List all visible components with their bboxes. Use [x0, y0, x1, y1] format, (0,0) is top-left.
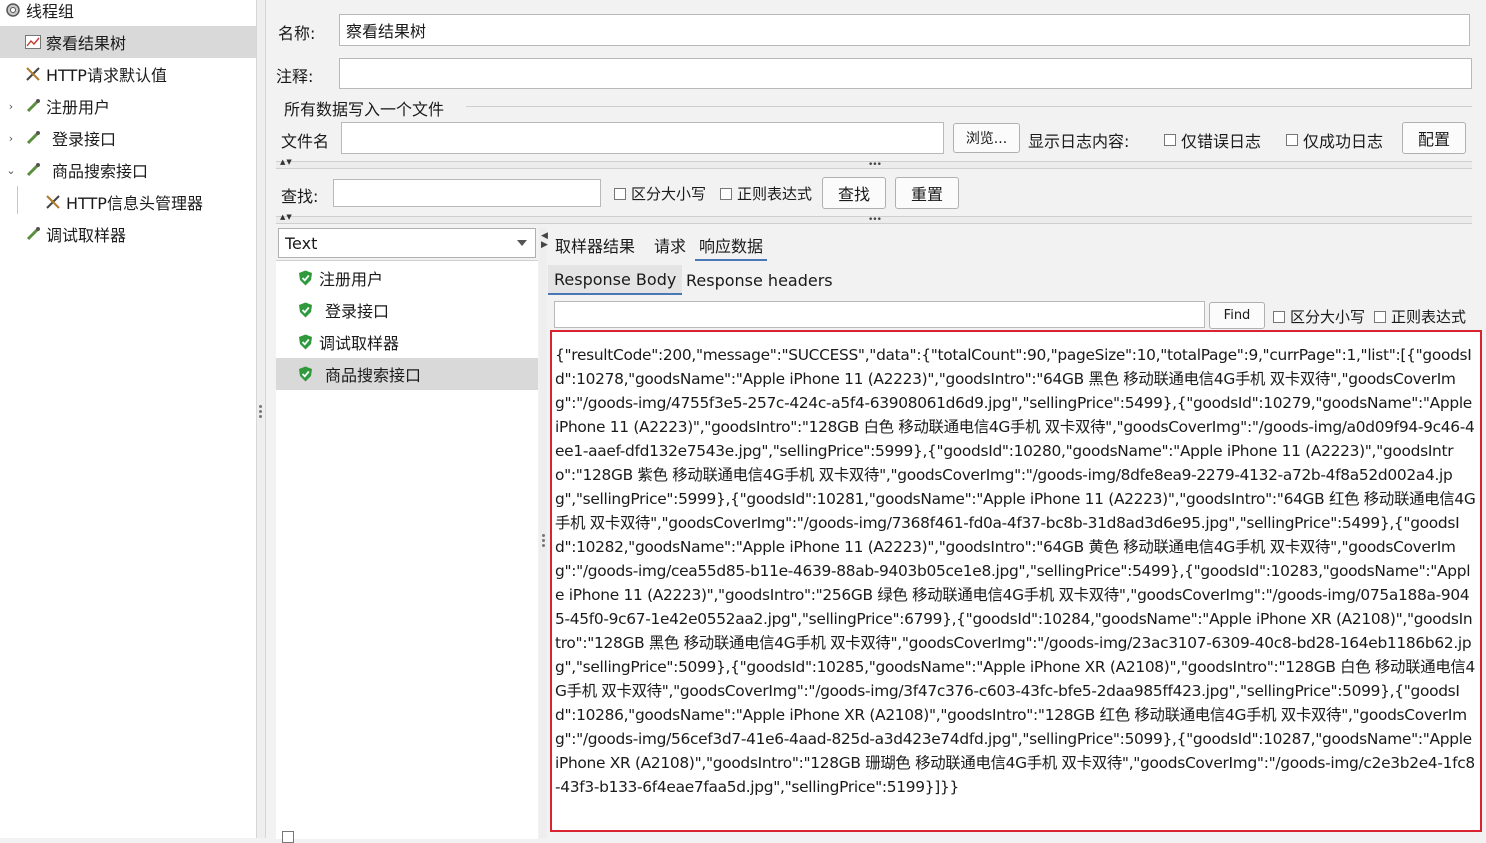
result-item[interactable]: 登录接口	[276, 294, 538, 326]
comment-field[interactable]	[339, 58, 1472, 89]
renderer-select[interactable]: Text	[278, 228, 536, 258]
configure-button[interactable]: 配置	[1402, 122, 1466, 154]
tree-item-label: 调试取样器	[46, 226, 127, 245]
grip-icon: •••	[868, 215, 882, 225]
result-item-label: 登录接口	[325, 302, 390, 321]
success-shield-icon	[299, 334, 312, 350]
log-display-label: 显示日志内容:	[1028, 132, 1130, 151]
tree-item-label: HTTP请求默认值	[46, 66, 167, 85]
body-regex-checkbox[interactable]: 正则表达式	[1374, 306, 1466, 327]
checkbox-box[interactable]	[1286, 134, 1298, 146]
grip-icon: •••	[868, 160, 882, 170]
pipette-icon	[24, 225, 42, 243]
tree-item-register-user[interactable]: › 注册用户	[0, 90, 256, 122]
section-divider	[466, 106, 1472, 107]
checkbox-box[interactable]	[1273, 310, 1285, 323]
body-case-sensitive-checkbox[interactable]: 区分大小写	[1273, 306, 1365, 327]
checkbox-label: 区分大小写	[631, 185, 707, 203]
regex-checkbox[interactable]: 正则表达式	[720, 183, 812, 204]
tree-item-label: 登录接口	[52, 130, 117, 149]
result-item-label: 注册用户	[319, 270, 384, 289]
response-body-panel[interactable]: {"resultCode":200,"message":"SUCCESS","d…	[550, 330, 1482, 832]
pipette-icon	[24, 161, 42, 179]
reset-button[interactable]: 重置	[895, 177, 959, 209]
tree-item-goods-search[interactable]: ⌄ 商品搜索接口	[0, 154, 256, 186]
wrench-icon	[24, 65, 42, 83]
filename-field[interactable]	[341, 122, 944, 154]
subtab-response-body[interactable]: Response Body	[548, 265, 683, 295]
results-splitter[interactable]	[539, 228, 547, 838]
body-search-input[interactable]	[554, 301, 1205, 328]
checkbox-label: 正则表达式	[1391, 308, 1467, 326]
tree-item-label: HTTP信息头管理器	[66, 194, 203, 213]
errors-only-checkbox[interactable]: 仅错误日志	[1164, 128, 1261, 152]
horizontal-splitter[interactable]: ▲▼ •••	[276, 158, 1472, 170]
results-list: 注册用户 登录接口 调试取样器 商品搜索接口	[276, 260, 538, 843]
renderer-value: Text	[285, 233, 318, 253]
tab-request[interactable]: 请求	[654, 233, 686, 257]
search-input[interactable]	[333, 179, 601, 207]
success-shield-icon	[299, 302, 312, 318]
name-field[interactable]: 察看结果树	[339, 14, 1470, 46]
checkbox-label: 仅成功日志	[1303, 132, 1384, 151]
body-find-button[interactable]: Find	[1209, 302, 1265, 329]
tree-item-http-defaults[interactable]: HTTP请求默认值	[0, 58, 256, 90]
checkbox-box[interactable]	[614, 187, 626, 200]
pipette-icon	[24, 97, 42, 115]
chevron-right-icon[interactable]: ›	[4, 100, 18, 113]
main-splitter[interactable]	[256, 0, 266, 838]
tree-item-view-results-tree[interactable]: 察看结果树	[0, 26, 256, 58]
pipette-icon	[24, 129, 42, 147]
tree-item-debug-sampler[interactable]: 调试取样器	[0, 218, 256, 250]
success-only-checkbox[interactable]: 仅成功日志	[1286, 128, 1383, 152]
tab-scroll-arrows-icon[interactable]: ◀ ▶	[541, 232, 548, 250]
tab-response-data[interactable]: 响应数据	[695, 233, 768, 261]
chevron-down-icon[interactable]: ⌄	[4, 164, 18, 177]
wrench-icon	[44, 193, 62, 211]
search-label: 查找:	[281, 187, 319, 206]
browse-button[interactable]: 浏览...	[953, 123, 1020, 153]
test-plan-tree: 线程组 察看结果树 HTTP请求默认值 › 注册用户 › 登录接口 ⌄ 商品搜索…	[0, 0, 256, 838]
result-item[interactable]: 调试取样器	[276, 326, 538, 358]
tree-item-label: 注册用户	[46, 98, 111, 117]
result-item[interactable]: 商品搜索接口	[276, 358, 538, 390]
checkbox-label: 正则表达式	[737, 185, 813, 203]
file-section-title: 所有数据写入一个文件	[284, 100, 445, 119]
subtab-response-headers[interactable]: Response headers	[680, 265, 839, 295]
tree-item-label: 线程组	[26, 2, 75, 21]
case-sensitive-checkbox[interactable]: 区分大小写	[614, 183, 706, 204]
result-item[interactable]: 注册用户	[276, 262, 538, 294]
success-shield-icon	[299, 270, 312, 286]
find-button[interactable]: 查找	[822, 177, 886, 209]
tree-item-label: 商品搜索接口	[52, 162, 149, 181]
tree-item-login[interactable]: › 登录接口	[0, 122, 256, 154]
result-item-label: 商品搜索接口	[325, 366, 422, 385]
name-label: 名称:	[278, 24, 316, 43]
checkbox-box[interactable]	[1374, 310, 1386, 323]
chevron-right-icon[interactable]: ›	[4, 132, 18, 145]
tab-sampler-result[interactable]: 取样器结果	[555, 233, 635, 257]
dropdown-arrow-icon	[517, 240, 527, 246]
collapse-arrows-icon[interactable]: ▲▼	[280, 158, 293, 166]
gear-icon	[4, 1, 22, 19]
response-body-text[interactable]: {"resultCode":200,"message":"SUCCESS","d…	[555, 343, 1477, 799]
success-shield-icon	[299, 366, 312, 382]
tree-item-label: 察看结果树	[46, 34, 127, 53]
tree-item-header-manager[interactable]: HTTP信息头管理器	[0, 186, 256, 218]
chart-icon	[24, 33, 42, 51]
comment-label: 注释:	[276, 67, 314, 86]
checkbox-box[interactable]	[282, 831, 294, 843]
checkbox-label: 区分大小写	[1290, 308, 1366, 326]
checkbox-label: 仅错误日志	[1181, 132, 1262, 151]
result-item-label: 调试取样器	[319, 334, 400, 353]
filename-label: 文件名	[281, 132, 330, 151]
checkbox-box[interactable]	[720, 187, 732, 200]
tree-item-thread-group[interactable]: 线程组	[0, 0, 256, 26]
collapse-arrows-icon[interactable]: ▲▼	[280, 213, 293, 221]
checkbox-box[interactable]	[1164, 134, 1176, 146]
horizontal-splitter[interactable]: ▲▼ •••	[276, 213, 1472, 225]
